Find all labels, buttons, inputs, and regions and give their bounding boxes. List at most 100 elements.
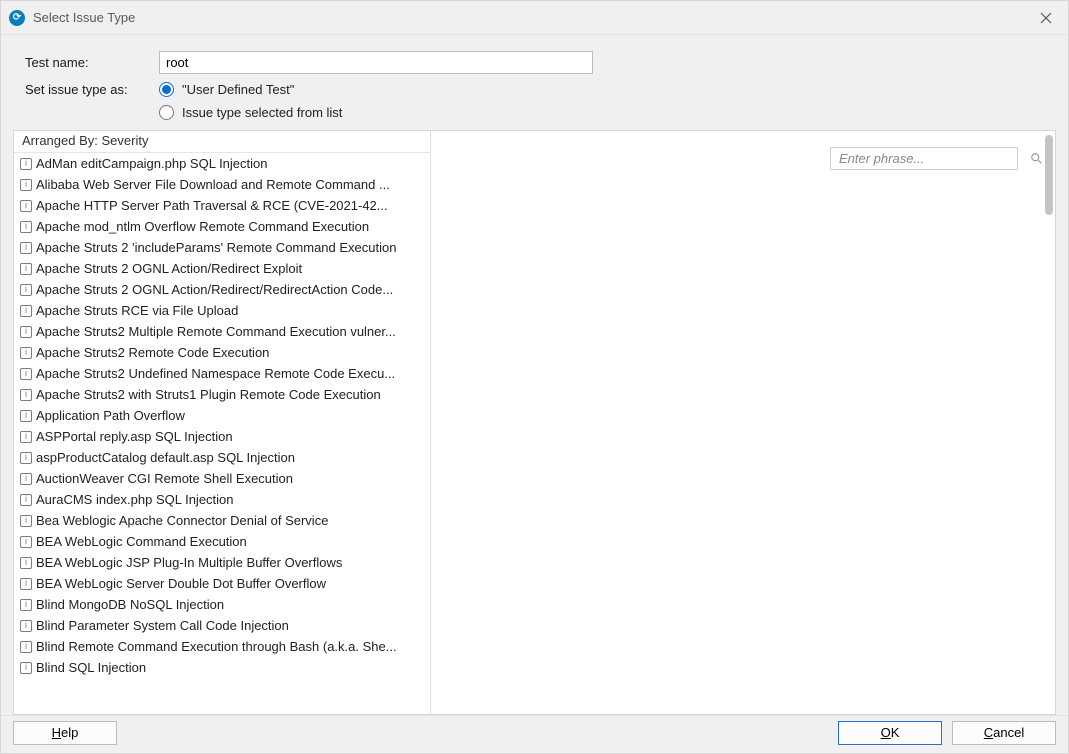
- list-item[interactable]: i Apache Struts 2 OGNL Action/Redirect Ex…: [14, 258, 430, 279]
- list-item[interactable]: i Blind SQL Injection: [14, 657, 430, 678]
- list-item-label: Apache Struts2 Multiple Remote Command E…: [36, 324, 396, 339]
- info-icon: i: [20, 305, 32, 317]
- close-icon: [1040, 12, 1052, 24]
- list-item[interactable]: i Apache Struts2 Multiple Remote Command …: [14, 321, 430, 342]
- list-item-label: AuraCMS index.php SQL Injection: [36, 492, 234, 507]
- issue-list: i AdMan editCampaign.php SQL Injection i Al…: [14, 153, 430, 714]
- help-button-label: H: [52, 725, 61, 740]
- help-button[interactable]: Help: [13, 721, 117, 745]
- list-item-label: Apache Struts RCE via File Upload: [36, 303, 238, 318]
- list-item[interactable]: i Blind Parameter System Call Code Inject…: [14, 615, 430, 636]
- info-icon: i: [20, 221, 32, 233]
- info-icon: i: [20, 263, 32, 275]
- radio-from-list-label: Issue type selected from list: [182, 105, 342, 120]
- info-icon: i: [20, 452, 32, 464]
- cancel-button[interactable]: Cancel: [952, 721, 1056, 745]
- app-icon: ⟳: [9, 10, 25, 26]
- list-item[interactable]: i Bea Weblogic Apache Connector Denial of…: [14, 510, 430, 531]
- list-item-label: BEA WebLogic Command Execution: [36, 534, 247, 549]
- list-item-label: aspProductCatalog default.asp SQL Inject…: [36, 450, 295, 465]
- list-item[interactable]: i Application Path Overflow: [14, 405, 430, 426]
- list-item[interactable]: i AuctionWeaver CGI Remote Shell Executio…: [14, 468, 430, 489]
- radio-user-defined[interactable]: "User Defined Test": [159, 82, 1044, 97]
- close-button[interactable]: [1032, 4, 1060, 32]
- list-item[interactable]: iBlind MongoDB NoSQL Injection: [14, 594, 430, 615]
- form-area: Test name: Set issue type as: "User Defi…: [1, 35, 1068, 130]
- list-item[interactable]: i Apache HTTP Server Path Traversal & RCE…: [14, 195, 430, 216]
- list-item[interactable]: iApache Struts 2 OGNL Action/Redirect/Re…: [14, 279, 430, 300]
- info-icon: i: [20, 410, 32, 422]
- list-item[interactable]: i Alibaba Web Server File Download and Re…: [14, 174, 430, 195]
- list-item[interactable]: i BEA WebLogic JSP Plug-In Multiple Buffe…: [14, 552, 430, 573]
- info-icon: i: [20, 242, 32, 254]
- test-name-input[interactable]: [159, 51, 593, 74]
- list-item[interactable]: i Blind Remote Command Execution through …: [14, 636, 430, 657]
- info-icon: i: [20, 662, 32, 674]
- info-icon: i: [20, 431, 32, 443]
- window-title: Select Issue Type: [33, 10, 1032, 25]
- list-item[interactable]: i aspProductCatalog default.asp SQL Injec…: [14, 447, 430, 468]
- scrollbar-thumb[interactable]: [1045, 135, 1053, 215]
- detail-scrollbar[interactable]: [1039, 135, 1055, 710]
- list-item[interactable]: i BEA WebLogic Server Double Dot Buffer O…: [14, 573, 430, 594]
- list-item-label: Apache Struts2 Remote Code Execution: [36, 345, 269, 360]
- info-icon: i: [20, 578, 32, 590]
- list-item[interactable]: i AdMan editCampaign.php SQL Injection: [14, 153, 430, 174]
- info-icon: i: [20, 158, 32, 170]
- list-item-label: Apache HTTP Server Path Traversal & RCE …: [36, 198, 388, 213]
- list-item-label: Bea Weblogic Apache Connector Denial of …: [36, 513, 328, 528]
- list-item[interactable]: i Apache Struts2 Remote Code Execution: [14, 342, 430, 363]
- info-icon: i: [20, 389, 32, 401]
- info-icon: i: [20, 473, 32, 485]
- list-item-label: BEA WebLogic JSP Plug-In Multiple Buffer…: [36, 555, 342, 570]
- button-bar: Help OK Cancel: [1, 715, 1068, 753]
- info-icon: i: [20, 326, 32, 338]
- test-name-label: Test name:: [25, 55, 155, 70]
- list-item-label: Apache mod_ntlm Overflow Remote Command …: [36, 219, 369, 234]
- info-icon: i: [20, 179, 32, 191]
- info-icon: i: [20, 641, 32, 653]
- issue-list-panel: Arranged By: Severity i AdMan editCampaig…: [14, 131, 431, 714]
- cancel-button-label: C: [984, 725, 993, 740]
- info-icon: i: [20, 368, 32, 380]
- radio-user-defined-label: "User Defined Test": [182, 82, 294, 97]
- list-item-label: Apache Struts 2 OGNL Action/Redirect Exp…: [36, 261, 302, 276]
- arranged-by-header[interactable]: Arranged By: Severity: [14, 131, 430, 153]
- ok-button[interactable]: OK: [838, 721, 942, 745]
- list-item[interactable]: i AuraCMS index.php SQL Injection: [14, 489, 430, 510]
- radio-user-defined-input[interactable]: [159, 82, 174, 97]
- radio-from-list[interactable]: Issue type selected from list: [159, 105, 1044, 120]
- list-item-label: Alibaba Web Server File Download and Rem…: [36, 177, 390, 192]
- list-item-label: Blind MongoDB NoSQL Injection: [36, 597, 224, 612]
- list-item-label: AdMan editCampaign.php SQL Injection: [36, 156, 268, 171]
- list-item-label: Apache Struts2 Undefined Namespace Remot…: [36, 366, 395, 381]
- list-item-label: Apache Struts 2 'includeParams' Remote C…: [36, 240, 396, 255]
- list-item[interactable]: i Apache Struts 2 'includeParams' Remote …: [14, 237, 430, 258]
- list-item-label: BEA WebLogic Server Double Dot Buffer Ov…: [36, 576, 326, 591]
- info-icon: i: [20, 200, 32, 212]
- list-item-label: AuctionWeaver CGI Remote Shell Execution: [36, 471, 293, 486]
- list-item[interactable]: i Apache mod_ntlm Overflow Remote Command…: [14, 216, 430, 237]
- list-item-label: Blind SQL Injection: [36, 660, 146, 675]
- list-item[interactable]: iApache Struts2 with Struts1 Plugin Remo…: [14, 384, 430, 405]
- list-item[interactable]: iBEA WebLogic Command Execution: [14, 531, 430, 552]
- list-item[interactable]: i ASPPortal reply.asp SQL Injection: [14, 426, 430, 447]
- info-icon: i: [20, 557, 32, 569]
- list-item-label: Application Path Overflow: [36, 408, 185, 423]
- list-item-label: ASPPortal reply.asp SQL Injection: [36, 429, 233, 444]
- dialog-window: ⟳ Select Issue Type Test name: Set issue…: [0, 0, 1069, 754]
- set-issue-type-label: Set issue type as:: [25, 82, 155, 97]
- list-item-label: Blind Parameter System Call Code Injecti…: [36, 618, 289, 633]
- detail-panel: [431, 131, 1055, 714]
- list-item[interactable]: i Apache Struts RCE via File Upload: [14, 300, 430, 321]
- info-icon: i: [20, 347, 32, 359]
- radio-from-list-input[interactable]: [159, 105, 174, 120]
- body-area: Arranged By: Severity i AdMan editCampaig…: [13, 130, 1056, 715]
- ok-button-label: O: [881, 725, 891, 740]
- info-icon: i: [20, 284, 32, 296]
- list-item[interactable]: i Apache Struts2 Undefined Namespace Remo…: [14, 363, 430, 384]
- info-icon: i: [20, 620, 32, 632]
- info-icon: i: [20, 494, 32, 506]
- list-item-label: Blind Remote Command Execution through B…: [36, 639, 397, 654]
- info-icon: i: [20, 515, 32, 527]
